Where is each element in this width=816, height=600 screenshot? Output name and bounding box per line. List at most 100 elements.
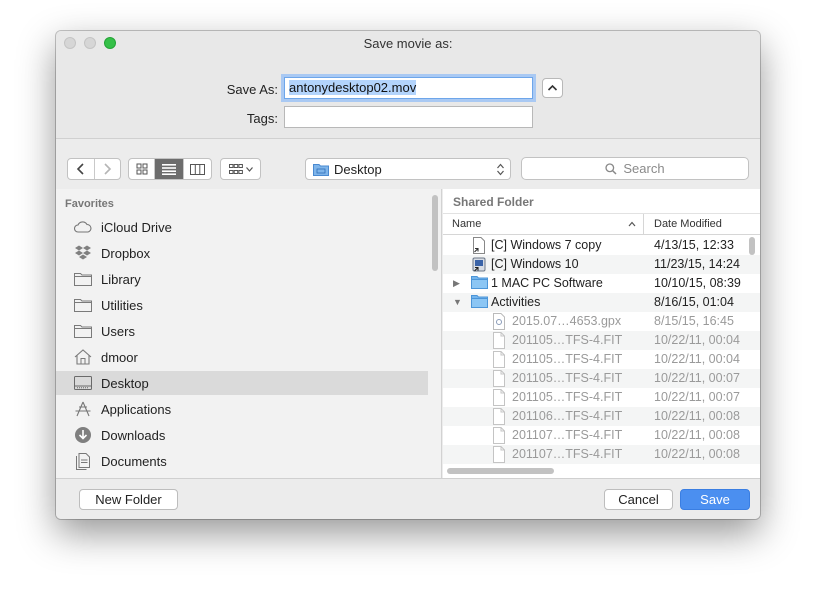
location-popup[interactable]: Desktop [305,158,511,180]
save-as-value: antonydesktop02.mov [289,80,417,95]
document-icon [492,351,508,368]
documents-icon [73,452,93,470]
save-button[interactable]: Save [680,489,750,510]
document-icon [492,427,508,444]
column-view-button[interactable] [184,159,211,179]
file-list-horizontal-scrollbar[interactable] [447,468,554,474]
save-form: Save As: antonydesktop02.mov Tags: [56,55,760,139]
column-divider [643,214,644,235]
disclosure-collapsed-icon[interactable]: ▶ [453,278,460,289]
dropbox-icon [73,244,93,262]
window-title: Save movie as: [363,36,453,51]
arrange-menu-button[interactable] [220,158,261,180]
file-date-modified: 11/23/15, 14:24 [654,257,740,271]
sidebar-item-label: Utilities [101,297,143,313]
list-view-icon [162,163,177,175]
grid-view-icon [136,163,148,175]
date-column-header[interactable]: Date Modified [654,218,722,230]
search-field[interactable]: Search [521,157,749,180]
sidebar-item-utilities[interactable]: Utilities [56,293,428,317]
file-date-modified: 10/22/11, 00:08 [654,428,740,442]
sidebar-item-users[interactable]: Users [56,319,428,343]
gpx-file-icon [492,313,508,330]
file-date-modified: 4/13/15, 12:33 [654,238,734,252]
sidebar-item-library[interactable]: Library [56,267,428,291]
folder-icon [73,270,93,288]
file-date-modified: 8/16/15, 01:04 [654,295,734,309]
file-row[interactable]: 2015.07…4653.gpx 8/15/15, 16:45 [443,312,760,331]
forward-button[interactable] [95,159,121,179]
sidebar-item-applications[interactable]: Applications [56,397,428,421]
expand-dialog-button[interactable] [542,78,563,98]
file-name: 201105…TFS-4.FIT [512,333,623,347]
sort-ascending-icon [628,221,636,227]
sidebar-item-dropbox[interactable]: Dropbox [56,241,428,265]
file-name: Activities [491,295,541,309]
sidebar-item-icloud-drive[interactable]: iCloud Drive [56,215,428,239]
tags-field[interactable] [284,106,533,128]
file-row[interactable]: ▶ 1 MAC PC Software 10/10/15, 08:39 [443,274,760,293]
sidebar-item-downloads[interactable]: Downloads [56,423,428,447]
file-row[interactable]: 201105…TFS-4.FIT 10/22/11, 00:04 [443,350,760,369]
back-button[interactable] [68,159,95,179]
view-mode-control [128,158,212,180]
list-view-button[interactable] [155,159,184,179]
home-icon [73,348,93,366]
new-folder-button[interactable]: New Folder [79,489,178,510]
arrange-icon [228,163,243,174]
sidebar-item-dmoor[interactable]: dmoor [56,345,428,369]
icon-view-button[interactable] [129,159,156,179]
file-row[interactable]: 201107…TFS-4.FIT 10/22/11, 00:08 [443,426,760,445]
file-date-modified: 10/22/11, 00:08 [654,409,740,423]
downloads-icon [73,426,93,444]
document-icon [492,446,508,463]
file-row[interactable]: [C] Windows 7 copy 4/13/15, 12:33 [443,236,760,255]
updown-arrows-icon [497,163,504,176]
folder-icon [471,294,488,311]
file-name: [C] Windows 10 [491,257,579,271]
back-forward-control [67,158,121,180]
sidebar-item-label: Dropbox [101,245,151,261]
file-row[interactable]: 201105…TFS-4.FIT 10/22/11, 00:04 [443,331,760,350]
folder-icon [73,322,93,340]
file-name: 1 MAC PC Software [491,276,603,290]
file-list-vertical-scrollbar[interactable] [749,237,755,255]
folder-icon [73,296,93,314]
column-view-icon [189,163,205,175]
file-row[interactable]: 201107…TFS-4.FIT 10/22/11, 00:08 [443,445,760,464]
sidebar-item-desktop[interactable]: Desktop [56,371,428,395]
cloud-icon [73,218,93,236]
dialog-footer: New Folder Cancel Save [56,478,760,519]
search-placeholder: Search [623,161,665,176]
title-bar[interactable]: Save movie as: [56,31,760,55]
folder-title: Shared Folder [453,195,534,209]
tags-label: Tags: [246,111,278,126]
column-header-bar: Name Date Modified [443,213,760,235]
file-date-modified: 8/15/15, 16:45 [654,314,734,328]
name-column-header[interactable]: Name [452,218,481,230]
file-name: 201107…TFS-4.FIT [512,428,623,442]
file-row[interactable]: 201105…TFS-4.FIT 10/22/11, 00:07 [443,388,760,407]
disclosure-expanded-icon[interactable]: ▼ [453,297,462,307]
sidebar-item-label: Applications [101,401,172,417]
file-row[interactable]: ▼ Activities 8/16/15, 01:04 [443,293,760,312]
cancel-button[interactable]: Cancel [604,489,673,510]
search-icon [605,162,617,175]
sidebar-item-label: iCloud Drive [101,219,172,235]
file-name: 201105…TFS-4.FIT [512,371,623,385]
document-icon [492,389,508,406]
sidebar-item-documents[interactable]: Documents [56,449,428,473]
file-date-modified: 10/22/11, 00:07 [654,371,740,385]
save-as-field[interactable]: antonydesktop02.mov [284,77,533,99]
location-label: Desktop [334,161,382,177]
desktop-folder-icon [313,163,329,176]
file-row[interactable]: 201105…TFS-4.FIT 10/22/11, 00:07 [443,369,760,388]
sidebar-scrollbar[interactable] [432,195,438,271]
sidebar-item-label: Downloads [101,427,166,443]
document-icon [492,332,508,349]
file-name: 201105…TFS-4.FIT [512,352,623,366]
file-row[interactable]: 201106…TFS-4.FIT 10/22/11, 00:08 [443,407,760,426]
file-row[interactable]: [C] Windows 10 11/23/15, 14:24 [443,255,760,274]
sidebar-item-label: dmoor [101,349,138,365]
file-name: 2015.07…4653.gpx [512,314,622,328]
